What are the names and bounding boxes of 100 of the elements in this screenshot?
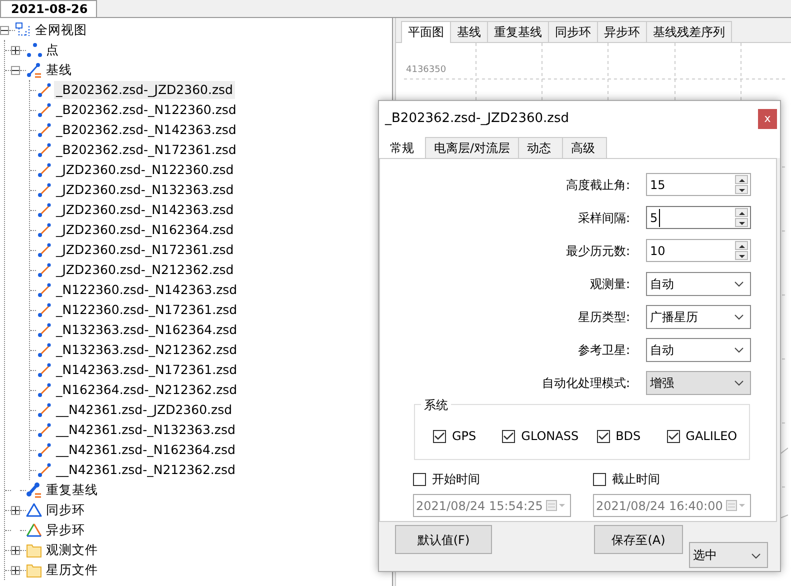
- baseline-icon: [36, 262, 52, 278]
- tree-item[interactable]: _JZD2360.zsd-_N142363.zsd: [54, 200, 236, 220]
- points-icon: [26, 42, 42, 58]
- tree-item[interactable]: 异步环: [44, 520, 87, 540]
- baseline-icon: [36, 102, 52, 118]
- tree-item[interactable]: _JZD2360.zsd-_N172361.zsd: [54, 240, 236, 260]
- baseline-icon: [36, 82, 52, 98]
- tree-item[interactable]: _N132363.zsd-_N212362.zsd: [54, 340, 240, 360]
- document-tab[interactable]: 2021-08-26: [0, 0, 97, 17]
- tree-item[interactable]: _N132363.zsd-_N162364.zsd: [54, 320, 240, 340]
- tree-item[interactable]: _JZD2360.zsd-_N212362.zsd: [54, 260, 236, 280]
- baseline-icon: [36, 442, 52, 458]
- baseline-group-icon: [26, 62, 42, 78]
- checkbox[interactable]: [596, 430, 610, 442]
- tree-item[interactable]: __N42361.zsd-_N212362.zsd: [54, 460, 238, 480]
- tree-item[interactable]: _N122360.zsd-_N142363.zsd: [54, 280, 240, 300]
- repeat-baseline-icon: [26, 482, 42, 498]
- tree-item[interactable]: __N42361.zsd-_N132363.zsd: [54, 420, 238, 440]
- field-label: 最少历元数:: [566, 242, 630, 260]
- tree-item[interactable]: _N142363.zsd-_N172361.zsd: [54, 360, 240, 380]
- view-tab[interactable]: 基线残差序列: [646, 21, 732, 42]
- dialog-tab[interactable]: 动态: [518, 137, 564, 158]
- date-time-field[interactable]: 2021/08/24 16:40:00: [593, 494, 751, 517]
- tree-item[interactable]: _B202362.zsd-_JZD2360.zsd: [54, 80, 235, 100]
- spin-field[interactable]: 15: [646, 173, 751, 196]
- chevron-down-icon: [734, 380, 744, 386]
- calendar-icon: [726, 500, 746, 511]
- tree-item[interactable]: 基线: [44, 60, 74, 80]
- expander-icon[interactable]: [11, 46, 20, 54]
- spin-field[interactable]: 10: [646, 239, 751, 262]
- save-button[interactable]: 保存至(A): [594, 525, 683, 554]
- baseline-icon: [36, 362, 52, 378]
- dropdown[interactable]: 自动: [646, 272, 751, 296]
- tree-item[interactable]: 全网视图: [33, 20, 89, 40]
- chevron-down-icon: [751, 552, 761, 559]
- caret-up-icon[interactable]: [738, 242, 746, 248]
- tree-item[interactable]: _JZD2360.zsd-_N162364.zsd: [54, 220, 236, 240]
- baseline-icon: [36, 462, 52, 478]
- field-label: 采样间隔:: [578, 210, 630, 226]
- checkbox[interactable]: [433, 430, 446, 442]
- triangle-icon: [26, 522, 42, 538]
- checkbox[interactable]: [413, 472, 426, 486]
- tree-item[interactable]: _B202362.zsd-_N142363.zsd: [54, 120, 238, 140]
- baseline-icon: [36, 302, 52, 318]
- dropdown[interactable]: 自动: [646, 338, 751, 362]
- caret-down-icon[interactable]: [738, 186, 746, 192]
- checkbox[interactable]: [666, 430, 680, 442]
- tree-item[interactable]: _JZD2360.zsd-_N132363.zsd: [54, 180, 236, 200]
- expander-icon[interactable]: [0, 26, 9, 34]
- baseline-icon: [36, 142, 52, 158]
- field-label: 观测量:: [590, 276, 630, 292]
- tree-item[interactable]: __N42361.zsd-_JZD2360.zsd: [54, 400, 234, 420]
- tree-item[interactable]: 点: [44, 40, 61, 60]
- tree-item[interactable]: _JZD2360.zsd-_N122360.zsd: [54, 160, 236, 180]
- chevron-down-icon: [734, 314, 744, 320]
- checkbox-label: BDS: [616, 428, 641, 445]
- tree-item[interactable]: _B202362.zsd-_N122360.zsd: [54, 100, 238, 120]
- caret-up-icon[interactable]: [738, 210, 746, 216]
- tree-item[interactable]: 同步环: [44, 500, 87, 520]
- tree-item[interactable]: __N42361.zsd-_N162364.zsd: [54, 440, 238, 460]
- baseline-icon: [36, 422, 52, 438]
- field-label: 高度截止角:: [566, 176, 630, 194]
- expander-icon[interactable]: [11, 506, 20, 514]
- checkbox[interactable]: [593, 472, 606, 486]
- chevron-down-icon: [734, 347, 744, 354]
- tree-item[interactable]: 重复基线: [44, 480, 100, 500]
- dropdown[interactable]: 广播星历: [646, 304, 751, 328]
- dialog-tab[interactable]: 高级: [562, 137, 608, 158]
- dialog-tab[interactable]: 电离层/对流层: [425, 137, 520, 158]
- baseline-icon: [36, 382, 52, 398]
- baseline-icon: [36, 342, 52, 358]
- baseline-icon: [36, 222, 52, 238]
- tree-item[interactable]: _N122360.zsd-_N172361.zsd: [54, 300, 240, 320]
- checkbox-label: 开始时间: [432, 471, 480, 488]
- calendar-icon: [546, 500, 566, 511]
- expander-icon[interactable]: [11, 566, 20, 574]
- checkbox[interactable]: [502, 430, 516, 442]
- dropdown[interactable]: 选中: [689, 542, 768, 568]
- caret-down-icon[interactable]: [738, 220, 746, 226]
- baseline-icon: [36, 402, 52, 418]
- date-time-field[interactable]: 2021/08/24 15:54:25: [413, 494, 571, 517]
- tree-item[interactable]: _N162364.zsd-_N212362.zsd: [54, 380, 240, 400]
- tree-item[interactable]: 星历文件: [44, 560, 100, 580]
- axis-tick-label: 4136350: [406, 64, 446, 77]
- close-button[interactable]: x: [758, 109, 777, 129]
- view-tab[interactable]: 平面图: [401, 21, 451, 43]
- expander-icon[interactable]: [11, 66, 20, 74]
- default-button[interactable]: 默认值(F): [395, 525, 492, 554]
- chevron-down-icon: [734, 281, 744, 288]
- caret-up-icon[interactable]: [738, 176, 746, 182]
- expander-icon[interactable]: [11, 546, 20, 554]
- baseline-icon: [36, 182, 52, 198]
- tree-item[interactable]: 观测文件: [44, 540, 100, 560]
- checkbox-label: 截止时间: [612, 471, 660, 488]
- spin-field[interactable]: 5: [646, 206, 751, 229]
- field-label: 星历类型:: [578, 308, 630, 326]
- tree-item[interactable]: _B202362.zsd-_N172361.zsd: [54, 140, 238, 160]
- dropdown[interactable]: 增强: [646, 370, 751, 394]
- network-icon: [15, 22, 31, 38]
- caret-down-icon[interactable]: [738, 252, 746, 258]
